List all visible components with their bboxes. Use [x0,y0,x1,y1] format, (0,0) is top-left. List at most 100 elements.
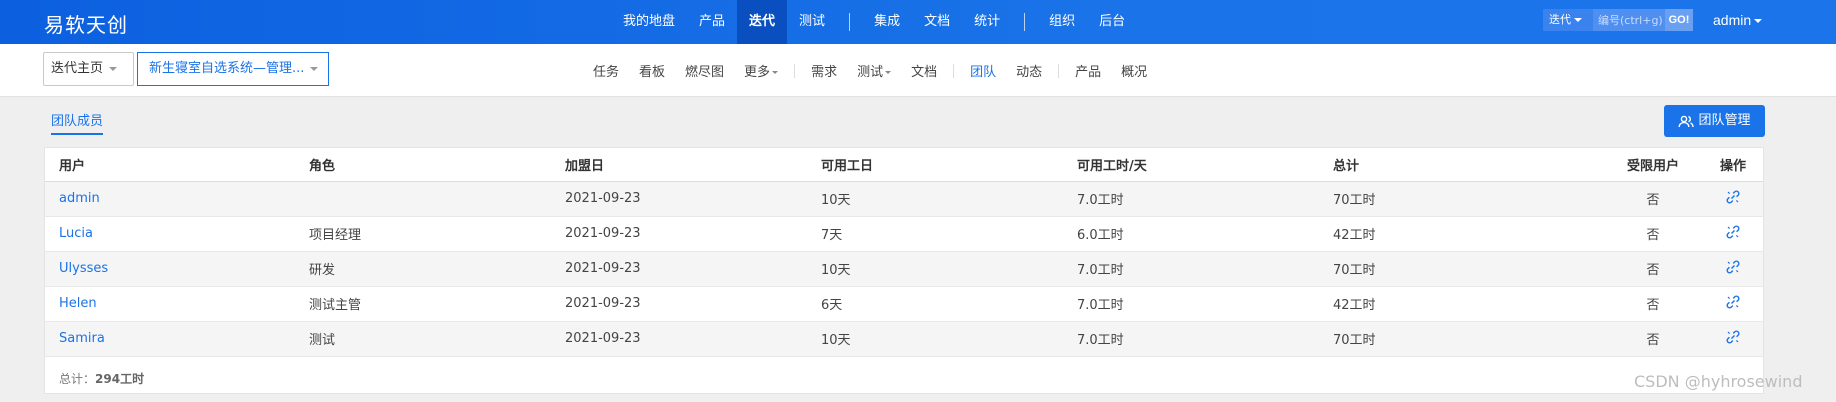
member-user-link[interactable]: Ulysses [59,261,108,276]
member-role [309,181,565,217]
table-header-row: 用户 角色 加盟日 可用工日 可用工时/天 总计 受限用户 操作 [45,148,1763,182]
col-header-total: 总计 [1333,148,1593,182]
unlink-icon[interactable] [1725,259,1741,275]
breadcrumb-project-select[interactable]: 新生寝室自选系统—管理... [137,52,329,86]
sub-nav-team[interactable]: 团队 [960,61,1006,80]
unlink-icon[interactable] [1725,329,1741,345]
member-limited: 否 [1593,251,1713,287]
member-limited: 否 [1593,321,1713,357]
member-limited: 否 [1593,216,1713,252]
sub-nav-task[interactable]: 任务 [583,61,629,80]
col-header-join-date: 加盟日 [565,148,821,182]
main-nav-product[interactable]: 产品 [687,0,737,44]
team-manage-button[interactable]: 团队管理 [1664,105,1765,137]
table-row: Ulysses 研发 2021-09-23 10天 7.0工时 70工时 否 [45,251,1763,287]
chevron-down-icon [885,71,892,74]
chevron-down-icon [1754,19,1763,24]
member-limited: 否 [1593,286,1713,322]
table-row: admin 2021-09-23 10天 7.0工时 70工时 否 [45,181,1763,217]
brand-logo[interactable]: 易软天创 [44,9,128,38]
member-available-days: 7天 [821,216,1077,252]
sub-nav: 任务 看板 燃尽图 更多 需求 测试 文档 团队 动态 产品 概况 [583,44,1157,97]
main-nav-stats[interactable]: 统计 [962,0,1012,44]
main-nav: 我的地盘 产品 迭代 测试 集成 文档 统计 组织 后台 [611,0,1137,44]
member-role: 研发 [309,251,565,287]
member-join-date: 2021-09-23 [565,286,821,322]
member-join-date: 2021-09-23 [565,181,821,217]
sub-nav-product[interactable]: 产品 [1065,61,1111,80]
nav-divider [794,63,796,78]
table-row: Helen 测试主管 2021-09-23 6天 7.0工时 42工时 否 [45,286,1763,322]
sub-nav-dynamic[interactable]: 动态 [1006,61,1052,80]
watermark: CSDN @hyhrosewind [1634,372,1803,391]
member-hours-per-day: 7.0工时 [1077,321,1333,357]
col-header-available-days: 可用工日 [821,148,1077,182]
member-user-link[interactable]: Samira [59,331,105,346]
tab-team-members[interactable]: 团队成员 [51,110,104,135]
member-user-link[interactable]: Helen [59,296,97,311]
member-role: 测试 [309,321,565,357]
chevron-down-icon [772,71,779,74]
chevron-down-icon [109,66,118,71]
main-nav-doc[interactable]: 文档 [912,0,962,44]
member-limited: 否 [1593,181,1713,217]
member-total-hours: 70工时 [1333,321,1593,357]
unlink-icon[interactable] [1725,294,1741,310]
main-nav-my-home[interactable]: 我的地盘 [611,0,687,44]
member-role: 测试主管 [309,286,565,322]
member-available-days: 6天 [821,286,1077,322]
member-available-days: 10天 [821,251,1077,287]
global-search: 迭代 GO! [1543,9,1693,31]
col-header-limited-user: 受限用户 [1593,148,1713,182]
nav-divider [953,63,955,78]
table-row: Samira 测试 2021-09-23 10天 7.0工时 70工时 否 [45,321,1763,357]
member-available-days: 10天 [821,321,1077,357]
main-nav-iteration[interactable]: 迭代 [737,0,788,44]
search-go-button[interactable]: GO! [1665,9,1693,31]
team-table: 用户 角色 加盟日 可用工日 可用工时/天 总计 受限用户 操作 admin 2… [45,148,1763,357]
col-header-role: 角色 [309,148,565,182]
member-hours-per-day: 7.0工时 [1077,251,1333,287]
member-total-hours: 42工时 [1333,286,1593,322]
member-join-date: 2021-09-23 [565,251,821,287]
sub-nav-kanban[interactable]: 看板 [629,61,675,80]
sub-nav-burndown[interactable]: 燃尽图 [675,61,734,80]
nav-divider [1058,63,1060,78]
sub-nav-story[interactable]: 需求 [801,61,847,80]
team-manage-label: 团队管理 [1698,113,1751,128]
member-available-days: 10天 [821,181,1077,217]
table-row: Lucia 项目经理 2021-09-23 7天 6.0工时 42工时 否 [45,216,1763,252]
breadcrumb-iteration-home[interactable]: 迭代主页 [43,52,134,86]
chevron-down-icon [1574,18,1582,22]
member-user-link[interactable]: Lucia [59,226,93,241]
sub-nav-overview[interactable]: 概况 [1111,61,1157,80]
member-hours-per-day: 6.0工时 [1077,216,1333,252]
main-nav-integration[interactable]: 集成 [862,0,912,44]
main-nav-admin[interactable]: 后台 [1087,0,1137,44]
member-total-hours: 70工时 [1333,251,1593,287]
main-nav-test[interactable]: 测试 [787,0,837,44]
total-hours-value: 294工时 [95,372,145,386]
col-header-user: 用户 [45,148,309,182]
member-total-hours: 42工时 [1333,216,1593,252]
member-user-link[interactable]: admin [59,191,100,206]
nav-divider [1024,13,1026,31]
search-type-select[interactable]: 迭代 [1543,9,1593,31]
top-navbar: 易软天创 我的地盘 产品 迭代 测试 集成 文档 统计 组织 后台 迭代 GO!… [0,0,1836,44]
col-header-actions: 操作 [1713,148,1763,182]
user-name: admin [1713,12,1752,28]
user-menu[interactable]: admin [1713,12,1763,28]
member-hours-per-day: 7.0工时 [1077,181,1333,217]
sub-navbar: 迭代主页 新生寝室自选系统—管理... 任务 看板 燃尽图 更多 需求 测试 文… [0,44,1836,97]
unlink-icon[interactable] [1725,189,1741,205]
unlink-icon[interactable] [1725,224,1741,240]
sub-nav-doc[interactable]: 文档 [901,61,947,80]
search-input[interactable] [1593,9,1665,31]
member-join-date: 2021-09-23 [565,216,821,252]
member-hours-per-day: 7.0工时 [1077,286,1333,322]
col-header-hours-per-day: 可用工时/天 [1077,148,1333,182]
main-nav-org[interactable]: 组织 [1037,0,1087,44]
member-total-hours: 70工时 [1333,181,1593,217]
sub-nav-test[interactable]: 测试 [847,61,901,80]
sub-nav-more[interactable]: 更多 [734,61,788,80]
